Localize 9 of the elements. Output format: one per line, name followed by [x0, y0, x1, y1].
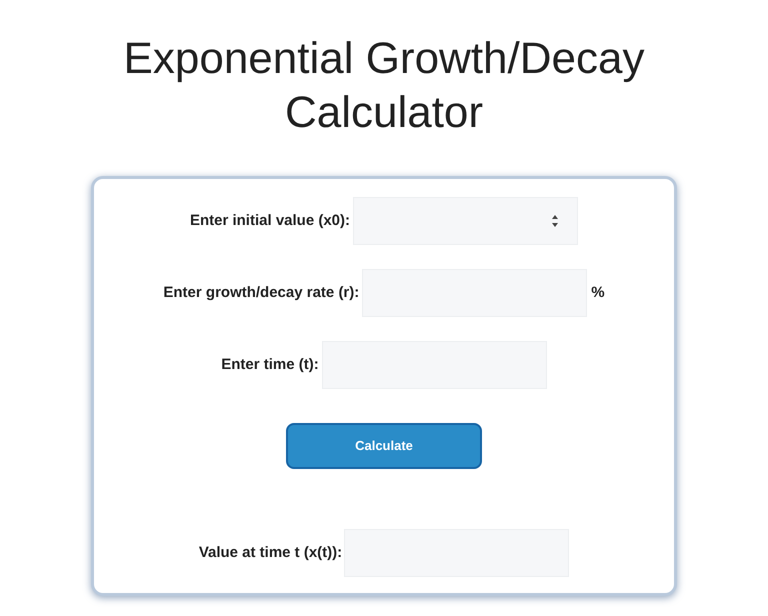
- field-label: Enter initial value (x0):: [190, 210, 350, 231]
- result-label: Value at time t (x(t)):: [198, 542, 342, 563]
- unit-label: %: [591, 282, 605, 303]
- page-title: Exponential Growth/Decay Calculator: [122, 33, 646, 139]
- calculate-button[interactable]: Calculate: [286, 423, 482, 469]
- input-field[interactable]: [353, 197, 578, 245]
- field-label: Enter time (t):: [221, 354, 319, 375]
- spinner-arrows-icon[interactable]: [551, 214, 560, 228]
- field-label: Enter growth/decay rate (r):: [163, 282, 360, 303]
